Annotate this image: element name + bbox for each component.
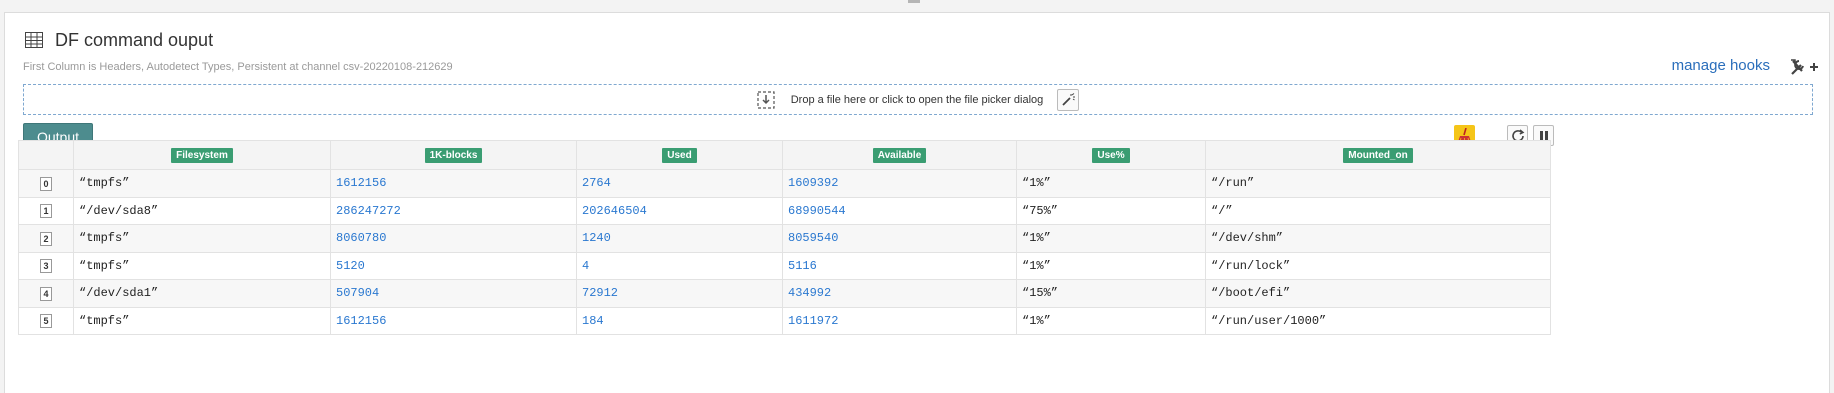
cell-mounted-on: “/boot/efi” xyxy=(1205,279,1551,308)
table-row: 5 “tmpfs” 1612156 184 1611972 “1%” “/run… xyxy=(18,306,1551,335)
magic-wand-icon xyxy=(1062,92,1076,106)
cell-filesystem: “/dev/sda8” xyxy=(73,196,331,225)
column-header-use-percent[interactable]: Use% xyxy=(1016,140,1206,170)
cell-filesystem: “tmpfs” xyxy=(73,306,331,335)
cell-used: 202646504 xyxy=(576,196,783,225)
column-header-filesystem[interactable]: Filesystem xyxy=(73,140,331,170)
cell-1k-blocks: 8060780 xyxy=(330,224,577,253)
file-drop-icon xyxy=(757,90,775,109)
cell-filesystem: “tmpfs” xyxy=(73,169,331,198)
cell-mounted-on: “/” xyxy=(1205,196,1551,225)
row-index: 4 xyxy=(18,279,74,308)
panel-header: DF command ouput xyxy=(25,28,213,52)
page-title: DF command ouput xyxy=(55,29,214,50)
cell-1k-blocks: 286247272 xyxy=(330,196,577,225)
row-index: 2 xyxy=(18,224,74,253)
dropzone-text: Drop a file here or click to open the fi… xyxy=(790,93,1044,106)
column-header-available[interactable]: Available xyxy=(782,140,1017,170)
table-row: 4 “/dev/sda1” 507904 72912 434992 “15%” … xyxy=(18,279,1551,308)
cell-filesystem: “/dev/sda1” xyxy=(73,279,331,308)
cell-mounted-on: “/run/lock” xyxy=(1205,251,1551,280)
table-row: 2 “tmpfs” 8060780 1240 8059540 “1%” “/de… xyxy=(18,224,1551,253)
row-index: 3 xyxy=(18,251,74,280)
table-row: 3 “tmpfs” 5120 4 5116 “1%” “/run/lock” xyxy=(18,251,1551,280)
cell-available: 8059540 xyxy=(782,224,1017,253)
tools-plus-icon[interactable] xyxy=(1789,57,1819,77)
table-icon xyxy=(25,32,43,48)
row-index: 5 xyxy=(18,306,74,335)
cell-available: 5116 xyxy=(782,251,1017,280)
cell-used: 184 xyxy=(576,306,783,335)
manage-hooks-link[interactable]: manage hooks xyxy=(1672,57,1770,74)
table-header-row: Filesystem 1K-blocks Used Available Use%… xyxy=(18,140,1551,170)
row-index: 1 xyxy=(18,196,74,225)
cell-used: 1240 xyxy=(576,224,783,253)
cell-mounted-on: “/run” xyxy=(1205,169,1551,198)
cell-available: 434992 xyxy=(782,279,1017,308)
table-row: 1 “/dev/sda8” 286247272 202646504 689905… xyxy=(18,196,1551,225)
column-header-used[interactable]: Used xyxy=(576,140,783,170)
cell-used: 72912 xyxy=(576,279,783,308)
row-index: 0 xyxy=(18,169,74,198)
cell-used: 2764 xyxy=(576,169,783,198)
cell-mounted-on: “/run/user/1000” xyxy=(1205,306,1551,335)
cell-filesystem: “tmpfs” xyxy=(73,251,331,280)
cell-available: 1611972 xyxy=(782,306,1017,335)
magic-wand-button[interactable] xyxy=(1057,88,1080,111)
cell-1k-blocks: 5120 xyxy=(330,251,577,280)
cell-1k-blocks: 507904 xyxy=(330,279,577,308)
cell-use-percent: “1%” xyxy=(1016,169,1206,198)
column-header-mounted-on[interactable]: Mounted_on xyxy=(1205,140,1551,170)
cell-use-percent: “75%” xyxy=(1016,196,1206,225)
file-dropzone[interactable]: Drop a file here or click to open the fi… xyxy=(23,84,1813,115)
cell-filesystem: “tmpfs” xyxy=(73,224,331,253)
column-header-1k-blocks[interactable]: 1K-blocks xyxy=(330,140,577,170)
df-output-table: Filesystem 1K-blocks Used Available Use%… xyxy=(18,140,1551,335)
cell-use-percent: “1%” xyxy=(1016,251,1206,280)
cell-use-percent: “1%” xyxy=(1016,306,1206,335)
cell-available: 68990544 xyxy=(782,196,1017,225)
cell-use-percent: “1%” xyxy=(1016,224,1206,253)
cell-1k-blocks: 1612156 xyxy=(330,169,577,198)
cell-1k-blocks: 1612156 xyxy=(330,306,577,335)
cell-mounted-on: “/dev/shm” xyxy=(1205,224,1551,253)
panel-subtitle: First Column is Headers, Autodetect Type… xyxy=(23,61,453,73)
table-row: 0 “tmpfs” 1612156 2764 1609392 “1%” “/ru… xyxy=(18,169,1551,198)
cell-available: 1609392 xyxy=(782,169,1017,198)
top-edge-marker xyxy=(908,0,920,3)
cell-used: 4 xyxy=(576,251,783,280)
index-header xyxy=(18,140,74,170)
cell-use-percent: “15%” xyxy=(1016,279,1206,308)
